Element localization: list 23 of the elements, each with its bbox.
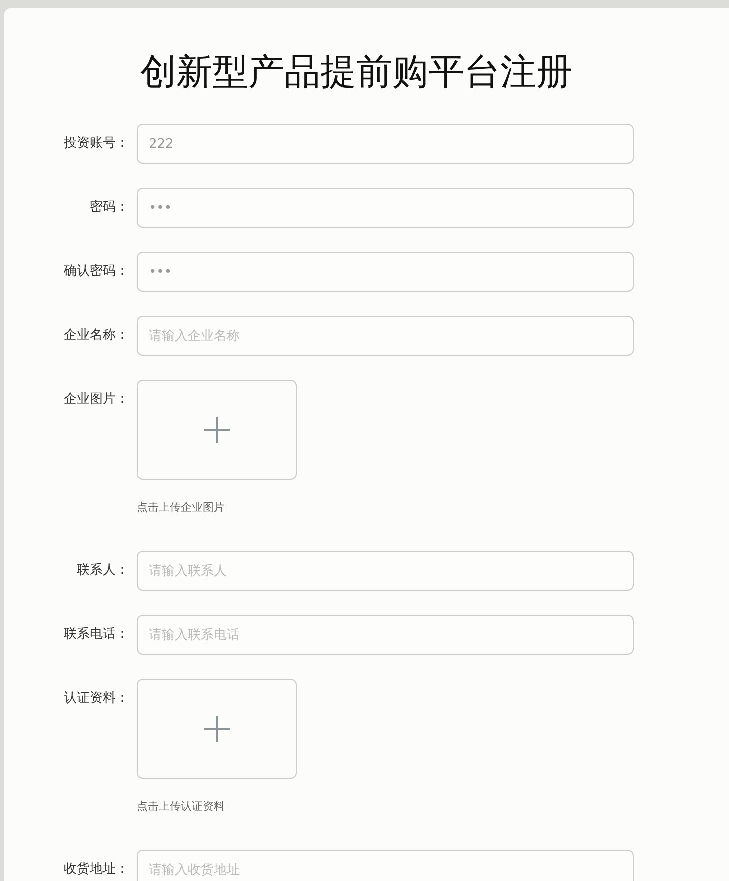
field-label: 企业名称： [63,327,129,345]
input-field[interactable]: 请输入联系电话 [137,615,634,655]
input-field[interactable]: 请输入收货地址 [137,850,634,881]
field-label: 联系电话： [63,626,129,644]
page-title: 创新型产品提前购平台注册 [140,52,574,94]
field-label: 收货地址： [63,861,129,879]
input-field[interactable]: ••• [137,188,634,228]
plus-icon [204,417,230,443]
field-label: 认证资料： [63,690,129,708]
field-label: 企业图片： [63,391,129,409]
input-field[interactable]: ••• [137,252,634,292]
field-label: 投资账号： [63,135,129,153]
field-label: 密码： [89,199,129,217]
input-field[interactable]: 请输入企业名称 [137,316,634,356]
field-label: 确认密码： [63,263,129,281]
input-field[interactable]: 请输入联系人 [137,551,634,591]
upload-box[interactable] [137,380,297,480]
input-field[interactable]: 222 [137,124,634,164]
upload-box[interactable] [137,679,297,779]
upload-hint: 点击上传企业图片 [137,500,226,515]
plus-icon [204,716,230,742]
upload-hint: 点击上传认证资料 [137,799,226,814]
field-label: 联系人： [76,562,129,580]
